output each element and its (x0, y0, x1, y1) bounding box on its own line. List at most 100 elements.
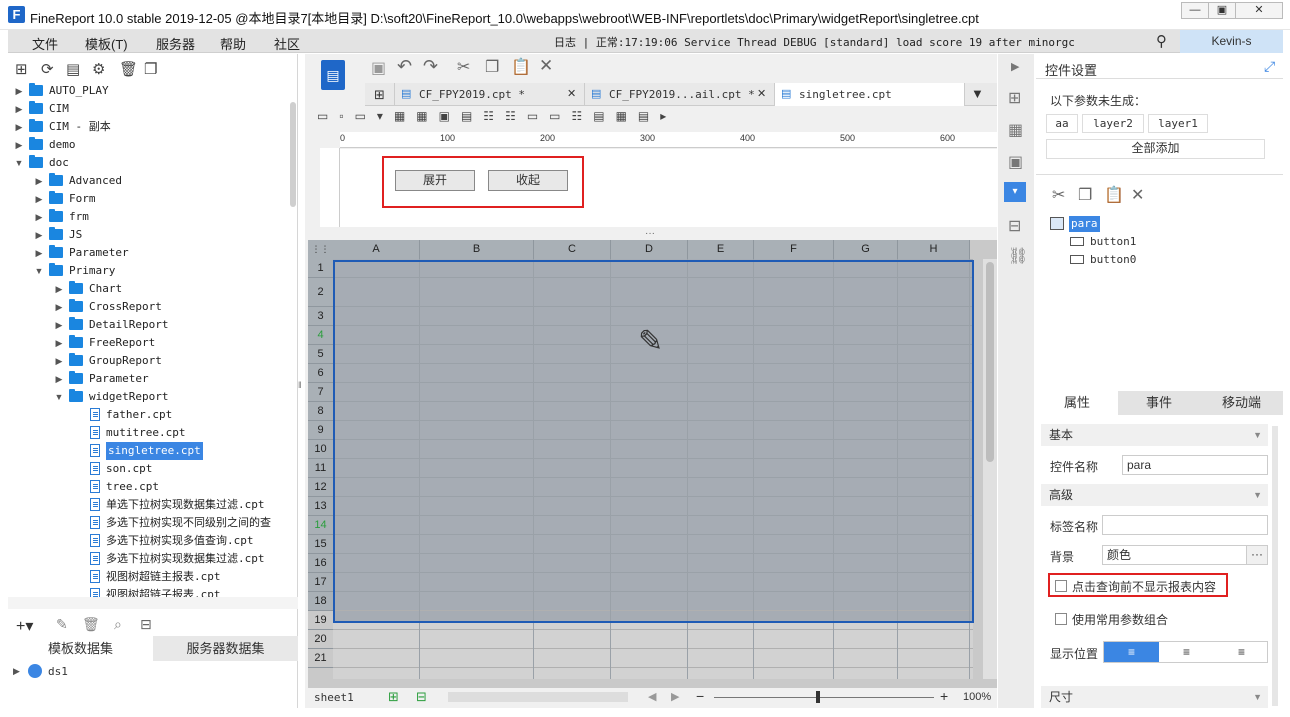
cell-attr-icon[interactable]: ⊞ (1008, 88, 1021, 108)
tab-close-icon[interactable]: ✕ (567, 83, 576, 106)
property-scrollbar[interactable] (1272, 426, 1278, 706)
row-header[interactable]: 12 (308, 478, 333, 497)
tree-file[interactable]: 多选下拉树实现多值查询.cpt (8, 532, 288, 550)
tree-file[interactable]: 视图树超链主报表.cpt (8, 568, 288, 586)
select-all-corner[interactable]: ⋮⋮ (308, 240, 333, 259)
background-input[interactable]: 颜色 (1102, 545, 1246, 565)
tree-folder[interactable]: ▶ demo (8, 136, 288, 154)
collapsed-arrow-icon[interactable]: ▶ (34, 244, 44, 262)
collapsed-arrow-icon[interactable]: ▶ (34, 226, 44, 244)
minimize-button[interactable]: — (1181, 2, 1209, 19)
scroll-right-icon[interactable]: ▶ (671, 690, 679, 703)
collapse-panel-icon[interactable]: ▶ (1011, 60, 1019, 73)
tree-file[interactable]: 视图树超链子报表.cpt (8, 586, 288, 597)
tree-folder[interactable]: ▶ GroupReport (8, 352, 288, 370)
row-header[interactable]: 7 (308, 383, 333, 402)
collapsed-arrow-icon[interactable]: ▶ (34, 172, 44, 190)
row-header[interactable]: 3 (308, 307, 333, 326)
tab-events[interactable]: 事件 (1118, 391, 1200, 415)
column-header[interactable]: A (333, 240, 420, 259)
row-header[interactable]: 17 (308, 573, 333, 592)
section-size[interactable]: 尺寸 ▼ (1041, 686, 1268, 708)
close-window-button[interactable]: ✕ (1235, 2, 1283, 19)
dataset-item[interactable]: ds1 (48, 665, 68, 678)
tree-folder[interactable]: ▶ Chart (8, 280, 288, 298)
menu-server[interactable]: 服务器 (156, 34, 195, 53)
zoom-slider[interactable] (714, 697, 934, 698)
tree-folder[interactable]: ▶ DetailReport (8, 316, 288, 334)
delete-icon[interactable]: 🗑 (119, 60, 138, 78)
edit-pencil-icon[interactable]: ✎ (638, 324, 663, 359)
expanded-arrow-icon[interactable]: ▼ (14, 154, 24, 172)
column-header[interactable]: H (898, 240, 970, 259)
tree-file[interactable]: 单选下拉树实现数据集过滤.cpt (8, 496, 288, 514)
parameter-pane[interactable]: 展开 收起 (340, 149, 997, 227)
preview-icon[interactable]: ⌕ (114, 616, 122, 633)
tag-name-input[interactable] (1102, 515, 1268, 535)
splitter-handle[interactable]: ‖ (298, 380, 304, 392)
row-header[interactable]: 16 (308, 554, 333, 573)
tab-properties[interactable]: 属性 (1036, 391, 1118, 415)
expand-button[interactable]: 展开 (395, 170, 475, 191)
collapsed-arrow-icon[interactable]: ▶ (34, 208, 44, 226)
add-all-button[interactable]: 全部添加 (1046, 139, 1265, 159)
section-advanced[interactable]: 高级 ▼ (1041, 484, 1268, 506)
background-more-button[interactable]: ··· (1246, 545, 1268, 565)
collapsed-arrow-icon[interactable]: ▶ (14, 82, 24, 100)
collapsed-arrow-icon[interactable]: ▶ (54, 280, 64, 298)
widget-tree-item[interactable]: button0 (1090, 253, 1136, 266)
collapsed-arrow-icon[interactable]: ▶ (14, 118, 24, 136)
tree-folder[interactable]: ▶ AUTO_PLAY (8, 82, 288, 100)
pin-icon[interactable]: ⤢ (1264, 58, 1275, 75)
widget-tree-item[interactable]: button1 (1090, 235, 1136, 248)
tree-folder[interactable]: ▼ doc (8, 154, 288, 172)
tab-server-dataset[interactable]: 服务器数据集 (153, 636, 298, 661)
tree-folder[interactable]: ▶ Parameter (8, 370, 288, 388)
row-header[interactable]: 1 (308, 259, 333, 278)
scroll-left-icon[interactable]: ◀ (648, 690, 656, 703)
grid-vscroll[interactable] (983, 259, 997, 679)
cell-element-icon[interactable]: ▦ (1008, 120, 1023, 140)
collapsed-arrow-icon[interactable]: ▶ (54, 370, 64, 388)
row-header[interactable]: 2 (308, 278, 333, 307)
tab-template-dataset[interactable]: 模板数据集 (8, 636, 153, 661)
zoom-out-icon[interactable]: − (696, 688, 704, 704)
new-template-icon[interactable]: ▤ (321, 60, 345, 90)
search-icon[interactable]: ⚲ (1156, 32, 1167, 50)
tab-doc-3-active[interactable]: ▤ singletree.cpt (775, 83, 965, 106)
cut-icon[interactable]: ✂ (457, 57, 470, 77)
use-param-combo-checkbox[interactable] (1055, 613, 1067, 625)
expanded-arrow-icon[interactable]: ▼ (34, 262, 44, 280)
row-header[interactable]: 13 (308, 497, 333, 516)
section-basic[interactable]: 基本 ▼ (1041, 424, 1268, 446)
column-header[interactable]: B (420, 240, 534, 259)
collapsed-arrow-icon[interactable]: ▶ (54, 316, 64, 334)
expand-arrow-icon[interactable]: ▶ (13, 666, 20, 677)
row-header[interactable]: 18 (308, 592, 333, 611)
refresh-icon[interactable]: ⟳ (41, 60, 54, 78)
tree-file[interactable]: 多选下拉树实现不同级别之间的查 (8, 514, 288, 532)
param-aa-button[interactable]: aa (1046, 114, 1078, 133)
tab-list-icon[interactable]: ▼ (971, 86, 984, 101)
tab-doc-1[interactable]: ▤ CF_FPY2019.cpt * ✕ (395, 83, 585, 106)
tree-folder[interactable]: ▶ FreeReport (8, 334, 288, 352)
row-header[interactable]: 11 (308, 459, 333, 478)
tree-folder[interactable]: ▶ JS (8, 226, 288, 244)
hyperlink-icon[interactable]: ⛓ (1008, 246, 1028, 266)
undo-icon[interactable]: ↶ (397, 56, 412, 77)
condition-attr-icon[interactable]: ⊟ (1008, 216, 1021, 236)
collapsed-arrow-icon[interactable]: ▶ (14, 136, 24, 154)
zoom-in-icon[interactable]: + (940, 688, 948, 704)
tree-folder[interactable]: ▶ Advanced (8, 172, 288, 190)
expanded-arrow-icon[interactable]: ▼ (54, 388, 64, 406)
copy-icon[interactable]: ❐ (144, 60, 157, 78)
tree-folder[interactable]: ▼ widgetReport (8, 388, 288, 406)
tree-folder[interactable]: ▶ CrossReport (8, 298, 288, 316)
collapsed-arrow-icon[interactable]: ▶ (54, 298, 64, 316)
paste-widget-icon[interactable]: 📋 (1104, 185, 1124, 205)
column-header[interactable]: G (834, 240, 898, 259)
widget-toolbar[interactable]: ▭▫▭▾▦▦▣▤☷☷▭▭☷▤▦▤▸ (317, 109, 757, 129)
tree-folder[interactable]: ▶ Parameter (8, 244, 288, 262)
delete-widget-icon[interactable]: ✕ (1131, 185, 1144, 205)
sheet-hscroll[interactable] (448, 692, 628, 702)
